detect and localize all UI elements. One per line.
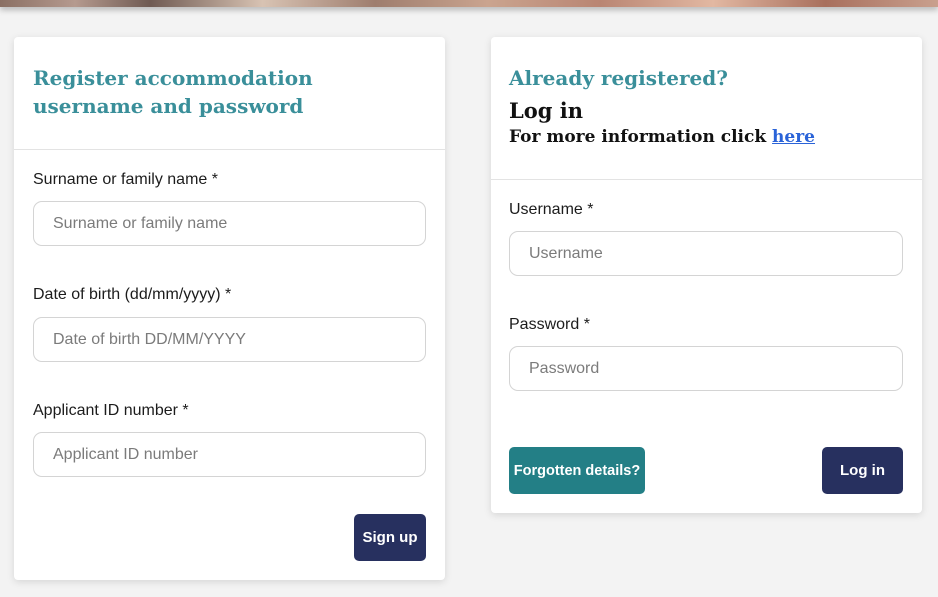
surname-label: Surname or family name * (33, 171, 218, 188)
username-label: Username * (509, 201, 594, 218)
applicant-id-input[interactable] (33, 432, 426, 477)
dob-label: Date of birth (dd/mm/yyyy) * (33, 286, 232, 303)
more-info-text: For more information click here (509, 125, 815, 149)
applicant-id-label: Applicant ID number * (33, 402, 189, 419)
header-banner-image (0, 0, 938, 7)
password-label: Password * (509, 316, 590, 333)
more-info-label: For more information click (509, 127, 773, 147)
login-card: Already registered? Log in For more info… (491, 37, 922, 513)
log-in-button[interactable]: Log in (822, 447, 903, 494)
register-card-header: Register accommodation username and pass… (14, 37, 445, 150)
login-card-header: Already registered? Log in For more info… (491, 37, 922, 180)
username-input[interactable] (509, 231, 903, 276)
forgotten-details-button[interactable]: Forgotten details? (509, 447, 645, 494)
register-card: Register accommodation username and pass… (14, 37, 445, 580)
already-registered-heading: Already registered? (509, 66, 728, 90)
register-heading: Register accommodation username and pass… (33, 66, 313, 118)
more-info-link[interactable]: here (772, 127, 815, 147)
password-input[interactable] (509, 346, 903, 391)
dob-input[interactable] (33, 317, 426, 362)
login-title: Log in (509, 98, 584, 123)
surname-input[interactable] (33, 201, 426, 246)
sign-up-button[interactable]: Sign up (354, 514, 426, 561)
